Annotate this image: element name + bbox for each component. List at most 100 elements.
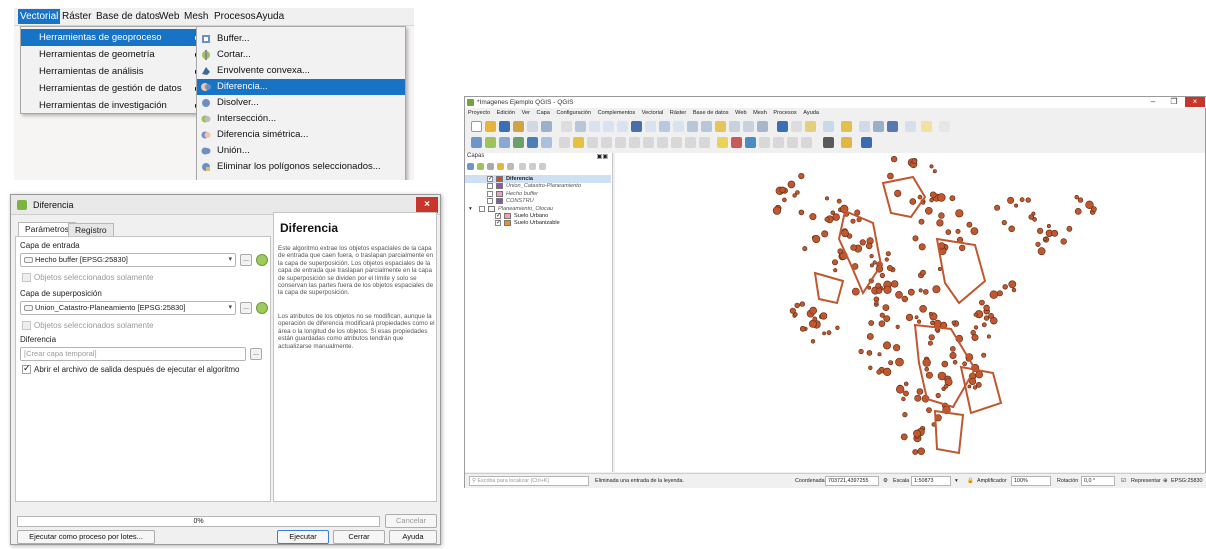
menu-item-clip[interactable]: Cortar... — [197, 47, 405, 63]
deselect-icon[interactable] — [841, 121, 852, 132]
map-tips-icon[interactable] — [921, 121, 932, 132]
menu-item-geoprocess-tools[interactable]: Herramientas de geoproceso▸ — [21, 29, 205, 46]
layer-visibility-checkbox[interactable] — [487, 183, 493, 190]
scale-field[interactable]: 1:50873 — [911, 476, 951, 486]
refresh-icon[interactable] — [757, 121, 768, 132]
layer-visibility-checkbox[interactable] — [479, 205, 485, 212]
layer-row[interactable]: ✓ Suelo Urbanizable — [465, 219, 611, 227]
close-icon[interactable]: × — [416, 197, 438, 213]
menu-layer[interactable]: Capa — [537, 110, 550, 116]
save-project-icon[interactable] — [499, 121, 510, 132]
style-icon[interactable] — [467, 163, 474, 170]
pan-to-selection-icon[interactable] — [575, 121, 586, 132]
batch-process-button[interactable]: Ejecutar como proceso por lotes... — [17, 530, 155, 544]
panel-close-icon[interactable]: ▣▣ — [597, 153, 608, 160]
move-label-icon[interactable] — [759, 137, 770, 148]
lock-icon[interactable]: 🔒 — [967, 478, 974, 484]
selected-only-checkbox-1[interactable] — [22, 273, 31, 282]
input-layer-select[interactable]: Hecho buffer [EPSG:25830] ▾ — [20, 253, 236, 267]
overlay-browse-button[interactable]: ... — [240, 302, 252, 314]
pan-icon[interactable] — [561, 121, 572, 132]
digitize-icon[interactable] — [559, 137, 570, 148]
layout-manager-icon[interactable] — [541, 121, 552, 132]
output-field[interactable]: [Crear capa temporal] — [20, 347, 246, 361]
zoom-in-icon[interactable] — [589, 121, 600, 132]
add-feature-icon[interactable] — [601, 137, 612, 148]
filter-icon[interactable] — [497, 163, 504, 170]
coordinate-mode-icon[interactable]: ⚙ — [883, 478, 888, 484]
select-features-icon[interactable] — [805, 121, 816, 132]
show-hide-labels-icon[interactable] — [745, 137, 756, 148]
python-console-icon[interactable] — [823, 137, 834, 148]
menu-raster[interactable]: Ráster — [62, 11, 91, 22]
magnifier-field[interactable]: 100% — [1011, 476, 1051, 486]
input-browse-button[interactable]: ... — [240, 254, 252, 266]
paste-features-icon[interactable] — [671, 137, 682, 148]
field-calculator-icon[interactable] — [873, 121, 884, 132]
redo-icon[interactable] — [699, 137, 710, 148]
menu-web[interactable]: Web — [735, 110, 746, 116]
bookmark-icon[interactable] — [729, 121, 740, 132]
annotation-icon[interactable] — [939, 121, 950, 132]
iterate-icon[interactable] — [256, 254, 268, 266]
cut-features-icon[interactable] — [643, 137, 654, 148]
layer-visibility-checkbox[interactable] — [487, 190, 493, 197]
menu-item-union[interactable]: Unión... — [197, 143, 405, 159]
change-label-icon[interactable] — [787, 137, 798, 148]
collapse-all-icon[interactable] — [529, 163, 536, 170]
add-csv-icon[interactable] — [513, 137, 524, 148]
zoom-native-icon[interactable] — [673, 121, 684, 132]
zoom-last-icon[interactable] — [687, 121, 698, 132]
select-by-value-icon[interactable] — [823, 121, 834, 132]
add-raster-icon[interactable] — [499, 137, 510, 148]
render-checkbox[interactable]: ☑ — [1121, 478, 1126, 484]
zoom-rubberband-icon[interactable] — [617, 121, 628, 132]
menu-item-convex-hull[interactable]: Envolvente convexa... — [197, 63, 405, 79]
cancel-button[interactable]: Cancelar — [385, 514, 437, 528]
save-as-icon[interactable] — [513, 121, 524, 132]
actions-icon[interactable] — [791, 121, 802, 132]
menu-plugins[interactable]: Complementos — [598, 110, 636, 116]
undo-icon[interactable] — [685, 137, 696, 148]
copy-features-icon[interactable] — [657, 137, 668, 148]
zoom-selection-icon[interactable] — [645, 121, 656, 132]
restore-icon[interactable]: ❐ — [1164, 97, 1184, 107]
tab-log[interactable]: Registro — [68, 223, 114, 237]
selected-only-checkbox-2[interactable] — [22, 321, 31, 330]
layer-visibility-checkbox[interactable]: ✓ — [495, 220, 501, 227]
new-project-icon[interactable] — [471, 121, 482, 132]
menu-mesh[interactable]: Mesh — [184, 11, 208, 22]
menu-help[interactable]: Ayuda — [803, 110, 819, 116]
menu-vectorial[interactable]: Vectorial — [18, 9, 61, 24]
menu-item-sym-difference[interactable]: Diferencia simétrica... — [197, 127, 405, 143]
iterate-icon[interactable] — [256, 302, 268, 314]
new-map-view-icon[interactable] — [715, 121, 726, 132]
menu-item-buffer[interactable]: Buffer... — [197, 31, 405, 47]
menu-database[interactable]: Base de datos — [693, 110, 729, 116]
overlay-layer-select[interactable]: Union_Catastro-Planeamiento [EPSG:25830]… — [20, 301, 236, 315]
add-wms-icon[interactable] — [541, 137, 552, 148]
menu-help[interactable]: Ayuda — [256, 11, 284, 22]
crs-icon[interactable]: ⊕ — [1163, 478, 1168, 484]
crs-label[interactable]: EPSG:25830 — [1171, 478, 1202, 484]
measure-icon[interactable] — [905, 121, 916, 132]
add-postgis-icon[interactable] — [527, 137, 538, 148]
filter-map-icon[interactable] — [507, 163, 514, 170]
menu-vector[interactable]: Vectorial — [642, 110, 663, 116]
menu-processing[interactable]: Procesos — [773, 110, 796, 116]
locator-search-input[interactable]: ⚲ Escriba para localizar (Ctrl+K) — [469, 476, 589, 486]
processing-icon[interactable] — [841, 137, 852, 148]
menu-item-data-management-tools[interactable]: Herramientas de gestión de datos▸ — [21, 80, 205, 97]
minimize-icon[interactable]: – — [1143, 97, 1163, 107]
pin-labels-icon[interactable] — [731, 137, 742, 148]
menu-raster[interactable]: Ráster — [670, 110, 686, 116]
zoom-full-icon[interactable] — [631, 121, 642, 132]
close-icon[interactable]: × — [1185, 97, 1205, 107]
menu-processing[interactable]: Procesos — [214, 11, 256, 22]
layer-visibility-checkbox[interactable] — [487, 198, 493, 205]
menu-item-analysis-tools[interactable]: Herramientas de análisis▸ — [21, 63, 205, 80]
close-button[interactable]: Cerrar — [333, 530, 385, 544]
scale-dropdown-icon[interactable]: ▾ — [955, 478, 958, 484]
menu-project[interactable]: Proyecto — [468, 110, 490, 116]
coordinate-field[interactable]: 703721,4397255 — [825, 476, 879, 486]
